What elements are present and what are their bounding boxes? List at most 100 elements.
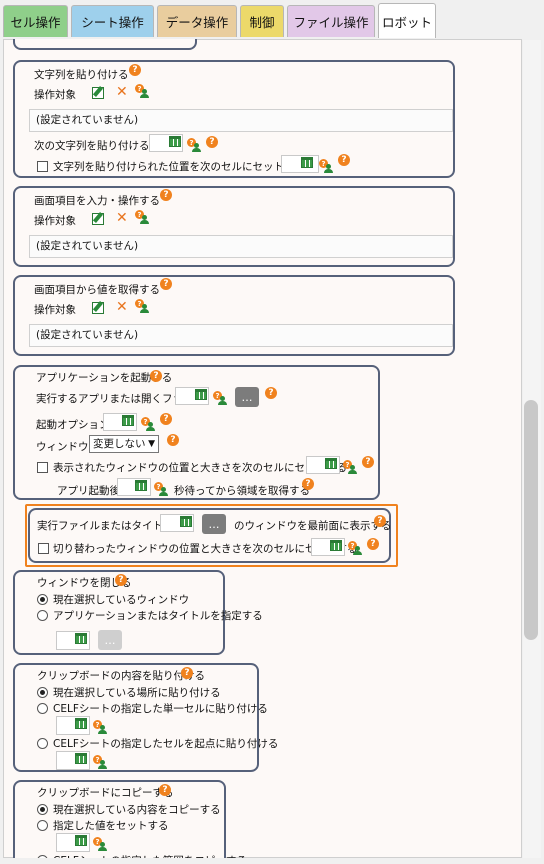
tab-control[interactable]: 制御	[240, 5, 284, 37]
paste-clipboard-box: クリップボードの内容を貼り付ける ? 現在選択している場所に貼り付ける CELF…	[13, 663, 278, 772]
help-icon[interactable]: ?	[374, 515, 386, 527]
target-label: 操作対象	[34, 215, 76, 227]
copy-current-radio[interactable]	[37, 804, 48, 815]
help-icon[interactable]: ?	[160, 189, 172, 201]
foreground-window-box: 実行ファイルまたはタイトルが … のウィンドウを最前面に表示する ? 切り替わっ…	[28, 508, 392, 563]
cell-select-icon[interactable]	[301, 157, 313, 168]
help-icon[interactable]: ?	[265, 387, 277, 399]
cell-select-icon[interactable]	[169, 136, 181, 147]
input-screen-title: 画面項目を入力・操作する	[34, 195, 160, 207]
after-launch-label: アプリ起動後	[57, 485, 120, 497]
clear-icon[interactable]: ✕	[116, 85, 128, 99]
pick-cell-icon[interactable]: ?	[154, 482, 168, 496]
tab-file-ops[interactable]: ファイル操作	[287, 5, 375, 37]
copy-clipboard-box: クリップボードにコピーする ? 現在選択している内容をコピーする 指定した値をセ…	[13, 780, 247, 864]
copy-clipboard-title: クリップボードにコピーする	[37, 787, 174, 799]
paste-origin-cell-radio[interactable]	[37, 738, 48, 749]
pick-cell-icon[interactable]: ?	[93, 837, 107, 851]
browse-button[interactable]: …	[98, 630, 122, 650]
pick-cell-icon[interactable]: ?	[319, 159, 333, 173]
cell-select-icon[interactable]	[75, 718, 87, 729]
help-icon[interactable]: ?	[302, 478, 314, 490]
pick-cell-icon[interactable]: ?	[343, 460, 357, 474]
set-position-checkbox[interactable]	[37, 462, 48, 473]
pick-cell-icon[interactable]: ?	[93, 720, 107, 734]
cell-select-icon[interactable]	[135, 480, 147, 491]
copy-current-label: 現在選択している内容をコピーする	[53, 804, 221, 816]
help-icon[interactable]: ?	[129, 64, 141, 76]
help-icon[interactable]: ?	[160, 278, 172, 290]
help-icon[interactable]: ?	[338, 154, 350, 166]
edit-icon[interactable]	[92, 302, 104, 314]
chevron-down-icon: ▼	[148, 439, 155, 449]
wait-label: 秒待ってから領域を取得する	[174, 485, 310, 497]
position-cell-field[interactable]	[281, 155, 319, 173]
clear-icon[interactable]: ✕	[116, 300, 128, 314]
help-icon[interactable]: ?	[181, 667, 193, 679]
set-position-checkbox[interactable]	[37, 161, 48, 172]
cell-select-icon[interactable]	[75, 753, 87, 764]
pick-cell-icon[interactable]: ?	[213, 391, 227, 405]
help-icon[interactable]: ?	[159, 784, 171, 796]
browse-button[interactable]: …	[202, 514, 226, 534]
target-label: 操作対象	[34, 304, 76, 316]
window-select[interactable]: 変更しない ▼	[89, 435, 159, 453]
previous-command-box	[13, 39, 197, 50]
copy-value-radio[interactable]	[37, 820, 48, 831]
pick-cell-icon[interactable]: ?	[187, 138, 201, 152]
pick-cell-icon[interactable]: ?	[141, 417, 155, 431]
cell-select-icon[interactable]	[180, 516, 192, 527]
cell-select-icon[interactable]	[330, 540, 342, 551]
help-icon[interactable]: ?	[150, 370, 162, 382]
specify-app-radio[interactable]	[37, 610, 48, 621]
get-screen-title: 画面項目から値を取得する	[34, 284, 160, 296]
edit-icon[interactable]	[92, 87, 104, 99]
help-icon[interactable]: ?	[160, 413, 172, 425]
paste-single-cell-radio[interactable]	[37, 703, 48, 714]
browse-button[interactable]: …	[235, 387, 259, 407]
option-label: 起動オプション	[36, 419, 110, 431]
cell-select-icon[interactable]	[325, 458, 337, 469]
help-icon[interactable]: ?	[206, 136, 218, 148]
tab-cell-ops[interactable]: セル操作	[3, 5, 68, 37]
paste-current-label: 現在選択している場所に貼り付ける	[53, 687, 221, 699]
tab-data-ops[interactable]: データ操作	[157, 5, 237, 37]
current-window-radio[interactable]	[37, 594, 48, 605]
paste-current-radio[interactable]	[37, 687, 48, 698]
pick-cell-icon[interactable]: ?	[348, 541, 362, 555]
tab-robot[interactable]: ロボット	[378, 3, 436, 38]
current-window-label: 現在選択しているウィンドウ	[53, 594, 190, 606]
target-value: (設定されていません)	[29, 324, 453, 347]
pick-target-icon[interactable]: ?	[135, 299, 149, 313]
cell-select-icon[interactable]	[75, 633, 87, 644]
bottom-edge	[0, 858, 544, 864]
target-value: (設定されていません)	[29, 109, 453, 132]
window-select-value: 変更しない	[93, 438, 146, 450]
input-screen-box: 画面項目を入力・操作する ? 操作対象 ✕ ? (設定されていません)	[13, 186, 455, 267]
cell-select-icon[interactable]	[195, 389, 207, 400]
cell-select-icon[interactable]	[122, 415, 134, 426]
scrollbar-thumb[interactable]	[524, 400, 538, 640]
help-icon[interactable]: ?	[362, 456, 374, 468]
launch-app-box: アプリケーションを起動する ? 実行するアプリまたは開くファイル ? … ? 起…	[13, 365, 380, 500]
set-position-label: 文字列を貼り付けられた位置を次のセルにセットする	[53, 161, 305, 173]
copy-value-label: 指定した値をセットする	[53, 820, 169, 832]
help-icon[interactable]: ?	[367, 538, 379, 550]
pick-cell-icon[interactable]: ?	[93, 755, 107, 769]
edit-icon[interactable]	[92, 213, 104, 225]
paste-origin-cell-label: CELFシートの指定したセルを起点に貼り付ける	[53, 738, 279, 750]
clear-icon[interactable]: ✕	[116, 211, 128, 225]
set-position-checkbox[interactable]	[38, 543, 49, 554]
help-icon[interactable]: ?	[115, 574, 127, 586]
paste-single-cell-label: CELFシートの指定した単一セルに貼り付ける	[53, 703, 268, 715]
close-window-box: ウィンドウを閉じる ? 現在選択しているウィンドウ アプリケーションまたはタイト…	[13, 570, 263, 655]
paste-string-box: 文字列を貼り付ける ? 操作対象 ✕ ? (設定されていません) 次の文字列を貼…	[13, 60, 455, 178]
tab-sheet-ops[interactable]: シート操作	[71, 5, 154, 37]
help-icon[interactable]: ?	[167, 434, 179, 446]
specify-app-label: アプリケーションまたはタイトルを指定する	[53, 610, 263, 622]
cell-select-icon[interactable]	[75, 835, 87, 846]
target-label: 操作対象	[34, 89, 76, 101]
target-value: (設定されていません)	[29, 235, 453, 258]
pick-target-icon[interactable]: ?	[135, 210, 149, 224]
pick-target-icon[interactable]: ?	[135, 84, 149, 98]
